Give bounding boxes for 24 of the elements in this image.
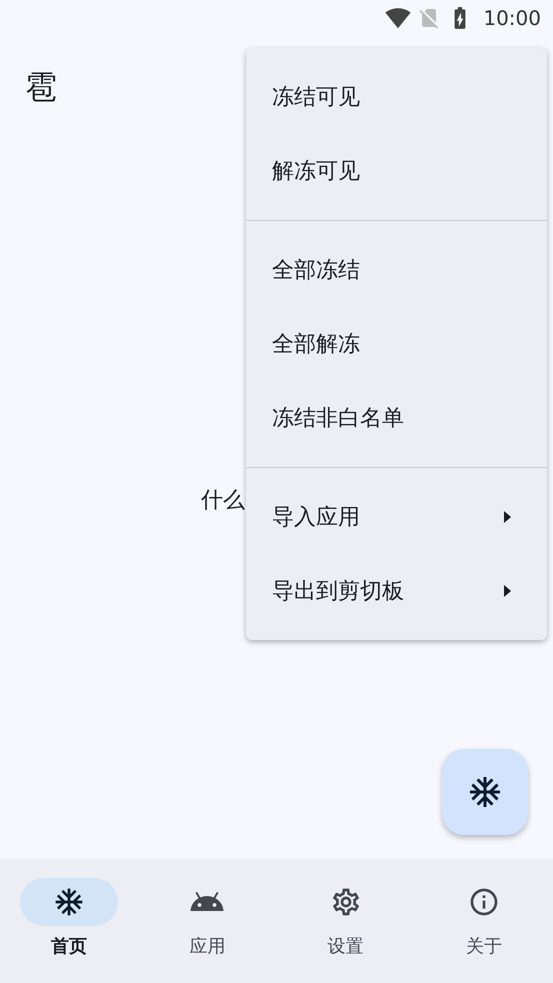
menu-item[interactable]: 导出到剪切板: [246, 554, 547, 628]
clock-time: 10:00: [483, 6, 541, 30]
snowflake-icon: [53, 886, 86, 918]
nav-tab[interactable]: 设置: [276, 859, 415, 983]
nav-label: 设置: [328, 935, 364, 958]
nav-tab[interactable]: 关于: [414, 859, 553, 983]
app-title: 雹: [25, 67, 57, 108]
body-text: 什么: [201, 487, 245, 515]
menu-item[interactable]: 冻结非白名单: [246, 381, 547, 455]
nav-label: 关于: [466, 935, 502, 958]
menu-item[interactable]: 导入应用: [246, 480, 547, 554]
menu-item[interactable]: 解冻可见: [246, 134, 547, 208]
info-icon: [468, 886, 500, 918]
nav-label: 应用: [189, 935, 226, 958]
submenu-arrow-icon: [504, 585, 511, 597]
menu-item[interactable]: 全部解冻: [246, 307, 547, 381]
nav-label: 首页: [51, 935, 88, 958]
nav-tab[interactable]: 首页: [0, 859, 138, 983]
snowflake-icon: [467, 774, 503, 810]
menu-item[interactable]: 冻结可见: [246, 60, 547, 134]
freeze-fab[interactable]: [442, 749, 528, 835]
submenu-arrow-icon: [504, 511, 511, 523]
menu-item[interactable]: 全部冻结: [246, 233, 547, 307]
nav-tab[interactable]: 应用: [138, 859, 276, 983]
